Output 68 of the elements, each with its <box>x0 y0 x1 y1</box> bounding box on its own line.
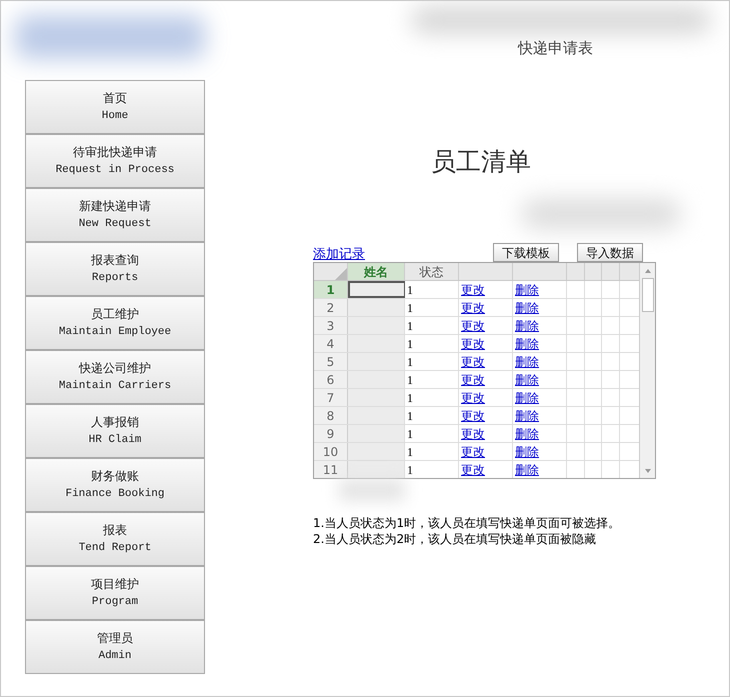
page-header-title: 快递申请表 <box>518 38 593 59</box>
sidebar-nav-button[interactable]: 快递公司维护 Maintain Carriers <box>25 350 205 404</box>
sidebar-nav-button[interactable]: 项目维护 Program <box>25 566 205 620</box>
sidebar-nav-button[interactable]: 员工维护 Maintain Employee <box>25 296 205 350</box>
delete-link[interactable]: 删除 <box>515 352 539 370</box>
edit-link[interactable]: 更改 <box>461 460 485 478</box>
edit-link[interactable]: 更改 <box>461 334 485 352</box>
row-number: 2 <box>314 299 348 316</box>
sidebar-nav-button[interactable]: 待审批快递申请 Request in Process <box>25 134 205 188</box>
edit-link[interactable]: 更改 <box>461 424 485 442</box>
scroll-down-icon[interactable] <box>644 468 652 474</box>
delete-link[interactable]: 删除 <box>515 334 539 352</box>
column-header[interactable]: 状态 <box>405 263 459 280</box>
toolbar-button[interactable]: 下载模板 <box>493 243 559 262</box>
row-number: 7 <box>314 389 348 406</box>
status-cell: 1 <box>405 443 459 460</box>
delete-link[interactable]: 删除 <box>515 460 539 478</box>
status-cell: 1 <box>405 461 459 478</box>
delete-link[interactable]: 删除 <box>515 298 539 316</box>
status-cell: 1 <box>405 335 459 352</box>
delete-link[interactable]: 删除 <box>515 424 539 442</box>
status-cell: 1 <box>405 281 459 298</box>
scroll-up-icon[interactable] <box>644 268 652 274</box>
edit-link[interactable]: 更改 <box>461 316 485 334</box>
edit-link[interactable]: 更改 <box>461 370 485 388</box>
status-cell: 1 <box>405 317 459 334</box>
status-cell: 1 <box>405 389 459 406</box>
row-number: 4 <box>314 335 348 352</box>
delete-link[interactable]: 删除 <box>515 370 539 388</box>
note-text: 2.当人员状态为2时，该人员在填写快递单页面被隐藏 <box>313 531 598 547</box>
edit-link[interactable]: 更改 <box>461 280 485 298</box>
delete-link[interactable]: 删除 <box>515 388 539 406</box>
delete-link[interactable]: 删除 <box>515 316 539 334</box>
edit-link[interactable]: 更改 <box>461 352 485 370</box>
row-number: 1 <box>314 281 348 298</box>
sidebar-nav-button[interactable]: 人事报销 HR Claim <box>25 404 205 458</box>
row-number: 5 <box>314 353 348 370</box>
sidebar-nav-button[interactable]: 新建快递申请 New Request <box>25 188 205 242</box>
sidebar-nav-button[interactable]: 报表 Tend Report <box>25 512 205 566</box>
edit-link[interactable]: 更改 <box>461 298 485 316</box>
row-number: 3 <box>314 317 348 334</box>
sidebar-nav-button[interactable]: 管理员 Admin <box>25 620 205 674</box>
row-number: 9 <box>314 425 348 442</box>
status-cell: 1 <box>405 371 459 388</box>
status-cell: 1 <box>405 353 459 370</box>
row-number: 8 <box>314 407 348 424</box>
sidebar-nav-button[interactable]: 首页 Home <box>25 80 205 134</box>
add-record-link[interactable]: 添加记录 <box>313 245 365 264</box>
delete-link[interactable]: 删除 <box>515 406 539 424</box>
note-text: 1.当人员状态为1时，该人员在填写快递单页面可被选择。 <box>313 515 620 531</box>
delete-link[interactable]: 删除 <box>515 442 539 460</box>
column-header[interactable]: 姓名 <box>348 263 405 280</box>
sidebar-nav-button[interactable]: 财务做账 Finance Booking <box>25 458 205 512</box>
row-number: 10 <box>314 443 348 460</box>
status-cell: 1 <box>405 425 459 442</box>
edit-link[interactable]: 更改 <box>461 406 485 424</box>
edit-link[interactable]: 更改 <box>461 442 485 460</box>
page-title: 员工清单 <box>431 146 531 178</box>
toolbar-button[interactable]: 导入数据 <box>577 243 643 262</box>
scroll-thumb[interactable] <box>642 278 654 312</box>
status-cell: 1 <box>405 299 459 316</box>
sidebar-nav-button[interactable]: 报表查询 Reports <box>25 242 205 296</box>
row-number: 11 <box>314 461 348 478</box>
status-cell: 1 <box>405 407 459 424</box>
delete-link[interactable]: 删除 <box>515 280 539 298</box>
edit-link[interactable]: 更改 <box>461 388 485 406</box>
row-number: 6 <box>314 371 348 388</box>
scrollbar[interactable] <box>639 263 655 478</box>
